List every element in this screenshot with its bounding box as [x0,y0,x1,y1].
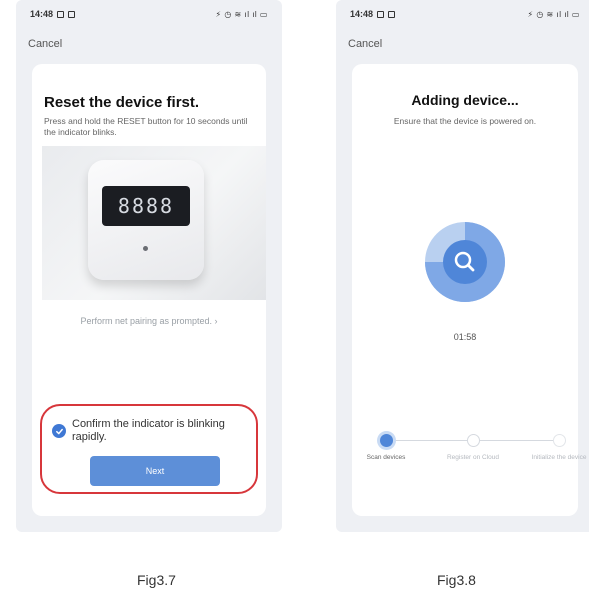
status-bar: 14:48 ⚡ ◷ ≋ ıl ıl ▭ [16,0,282,28]
device-body: 8888 [88,160,204,280]
notification-icon [57,10,65,18]
step-dot-active [380,434,393,447]
notification-icon [68,10,76,18]
status-icons-text: ⚡ ◷ ≋ ıl ıl ▭ [215,9,268,19]
figure-caption: Fig3.7 [137,572,176,588]
phone-screen-adding: 14:48 ⚡ ◷ ≋ ıl ıl ▭ Cancel Adding device… [336,0,589,532]
scan-progress-icon [425,222,505,302]
step-connector [392,440,472,441]
confirm-highlight: Confirm the indicator is blinking rapidl… [40,404,258,494]
step-label-scan: Scan devices [366,454,406,461]
status-icons: ⚡ ◷ ≋ ıl ıl ▭ [216,10,268,19]
countdown-timer: 01:58 [453,332,477,342]
status-icons: ⚡ ◷ ≋ ıl ıl ▭ [528,10,580,19]
progress-steps: Scan devices Register on Cloud Initializ… [367,432,586,482]
phone-screen-reset: 14:48 ⚡ ◷ ≋ ıl ıl ▭ Cancel Reset the dev… [16,0,282,532]
reset-instructions: Press and hold the RESET button for 10 s… [44,116,248,137]
scan-indicator [425,222,505,302]
status-time: 14:48 [350,9,374,19]
step-dot-pending [553,434,566,447]
device-display: 8888 [102,186,190,226]
cancel-button[interactable]: Cancel [348,38,382,50]
device-image: 8888 [42,146,266,300]
step-label-register: Register on Cloud [446,454,500,461]
step-connector [478,440,558,441]
step-dot-pending [467,434,480,447]
cancel-button[interactable]: Cancel [28,38,62,50]
page-title: Reset the device first. [44,94,200,111]
step-label-initialize: Initialize the device [531,454,587,461]
adding-instructions: Ensure that the device is powered on. [393,116,537,126]
reset-card: Reset the device first. Press and hold t… [32,64,266,516]
next-button[interactable]: Next [90,456,220,486]
adding-card: Adding device... Ensure that the device … [352,64,586,516]
notification-icon [388,10,396,18]
status-time-group: 14:48 [350,9,396,19]
checkmark-icon [55,428,63,434]
checkbox-checked-icon[interactable] [52,424,66,438]
page-title: Adding device... [411,92,519,108]
status-icons-text: ⚡ ◷ ≋ ıl ıl ▭ [527,9,580,19]
confirm-label: Confirm the indicator is blinking rapidl… [72,418,225,443]
status-bar: 14:48 ⚡ ◷ ≋ ıl ıl ▭ [336,0,589,28]
net-pairing-link[interactable]: Perform net pairing as prompted. › [32,316,266,326]
notification-icon [377,10,385,18]
status-time: 14:48 [30,9,54,19]
device-indicator [143,246,148,251]
status-time-group: 14:48 [30,9,76,19]
figure-caption: Fig3.8 [437,572,476,588]
